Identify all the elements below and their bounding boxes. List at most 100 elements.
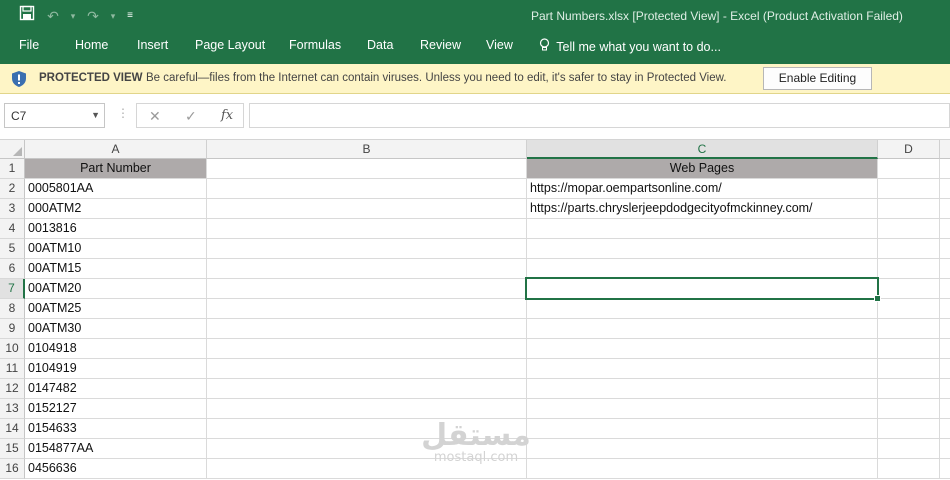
cell-d[interactable]: [878, 319, 940, 339]
cell-c[interactable]: Web Pages: [527, 159, 878, 179]
column-header-e[interactable]: [940, 140, 950, 159]
cell-b[interactable]: [207, 379, 527, 399]
column-header-d[interactable]: D: [878, 140, 940, 159]
row-header[interactable]: 1: [0, 159, 25, 179]
cell-e[interactable]: [940, 379, 950, 399]
cell-c[interactable]: [527, 419, 878, 439]
cell-e[interactable]: [940, 419, 950, 439]
row-header[interactable]: 6: [0, 259, 25, 279]
row-header[interactable]: 8: [0, 299, 25, 319]
cell-b[interactable]: [207, 199, 527, 219]
redo-icon[interactable]: ↷: [80, 5, 106, 27]
cell-a[interactable]: 0152127: [25, 399, 207, 419]
cell-c[interactable]: [527, 379, 878, 399]
tab-formulas[interactable]: Formulas: [289, 38, 341, 52]
cell-d[interactable]: [878, 279, 940, 299]
column-header-b[interactable]: B: [207, 140, 527, 159]
row-header[interactable]: 2: [0, 179, 25, 199]
cell-c[interactable]: https://mopar.oempartsonline.com/: [527, 179, 878, 199]
cell-c[interactable]: [527, 399, 878, 419]
row-header[interactable]: 11: [0, 359, 25, 379]
cell-c[interactable]: [527, 319, 878, 339]
cell-e[interactable]: [940, 199, 950, 219]
cell-b[interactable]: [207, 399, 527, 419]
cell-c[interactable]: https://parts.chryslerjeepdodgecityofmck…: [527, 199, 878, 219]
tab-data[interactable]: Data: [367, 38, 393, 52]
row-header[interactable]: 7: [0, 279, 25, 299]
cell-b[interactable]: [207, 159, 527, 179]
column-header-a[interactable]: A: [25, 140, 207, 159]
cell-c[interactable]: [527, 259, 878, 279]
cell-e[interactable]: [940, 179, 950, 199]
cell-a[interactable]: 0154877AA: [25, 439, 207, 459]
cell-a[interactable]: 00ATM20: [25, 279, 207, 299]
cell-a[interactable]: 00ATM30: [25, 319, 207, 339]
row-header[interactable]: 10: [0, 339, 25, 359]
chevron-down-icon[interactable]: ▼: [91, 110, 100, 120]
undo-dropdown-icon[interactable]: ▾: [66, 5, 80, 27]
cell-e[interactable]: [940, 259, 950, 279]
active-cell-selection[interactable]: [525, 277, 881, 302]
cell-e[interactable]: [940, 339, 950, 359]
cell-d[interactable]: [878, 459, 940, 479]
cell-d[interactable]: [878, 419, 940, 439]
cell-d[interactable]: [878, 299, 940, 319]
cell-b[interactable]: [207, 359, 527, 379]
cell-a[interactable]: 00ATM25: [25, 299, 207, 319]
cell-a[interactable]: 0013816: [25, 219, 207, 239]
column-header-c[interactable]: C: [527, 140, 878, 159]
cell-a[interactable]: 00ATM15: [25, 259, 207, 279]
cell-a[interactable]: 00ATM10: [25, 239, 207, 259]
select-all-corner[interactable]: [0, 140, 25, 159]
cell-a[interactable]: Part Number: [25, 159, 207, 179]
cell-b[interactable]: [207, 339, 527, 359]
cell-d[interactable]: [878, 399, 940, 419]
tab-insert[interactable]: Insert: [137, 38, 168, 52]
cell-c[interactable]: [527, 459, 878, 479]
cell-e[interactable]: [940, 459, 950, 479]
cell-e[interactable]: [940, 299, 950, 319]
cell-e[interactable]: [940, 219, 950, 239]
cell-b[interactable]: [207, 319, 527, 339]
cell-d[interactable]: [878, 199, 940, 219]
cell-a[interactable]: 0005801AA: [25, 179, 207, 199]
cell-a[interactable]: 0147482: [25, 379, 207, 399]
cell-b[interactable]: [207, 239, 527, 259]
cell-c[interactable]: [527, 359, 878, 379]
cell-b[interactable]: [207, 179, 527, 199]
cell-d[interactable]: [878, 159, 940, 179]
row-header[interactable]: 12: [0, 379, 25, 399]
tab-page-layout[interactable]: Page Layout: [195, 38, 265, 52]
cell-d[interactable]: [878, 259, 940, 279]
row-header[interactable]: 13: [0, 399, 25, 419]
cell-b[interactable]: [207, 219, 527, 239]
cell-a[interactable]: 0104919: [25, 359, 207, 379]
row-header[interactable]: 3: [0, 199, 25, 219]
cell-b[interactable]: [207, 299, 527, 319]
tab-view[interactable]: View: [486, 38, 513, 52]
cell-a[interactable]: 000ATM2: [25, 199, 207, 219]
cell-c[interactable]: [527, 339, 878, 359]
row-header[interactable]: 16: [0, 459, 25, 479]
cell-d[interactable]: [878, 439, 940, 459]
insert-function-icon[interactable]: fx: [221, 108, 233, 123]
customize-icon[interactable]: ≡: [120, 5, 140, 27]
row-header[interactable]: 14: [0, 419, 25, 439]
row-header[interactable]: 4: [0, 219, 25, 239]
cell-e[interactable]: [940, 399, 950, 419]
tab-home[interactable]: Home: [75, 38, 108, 52]
cell-e[interactable]: [940, 279, 950, 299]
tell-me-box[interactable]: Tell me what you want to do...: [539, 38, 721, 54]
name-box[interactable]: C7 ▼: [4, 103, 105, 128]
row-header[interactable]: 15: [0, 439, 25, 459]
redo-dropdown-icon[interactable]: ▾: [106, 5, 120, 27]
cell-d[interactable]: [878, 339, 940, 359]
cancel-icon[interactable]: ✕: [149, 108, 161, 125]
cell-d[interactable]: [878, 239, 940, 259]
cell-d[interactable]: [878, 379, 940, 399]
tab-file[interactable]: File: [19, 38, 39, 52]
cell-e[interactable]: [940, 239, 950, 259]
cell-c[interactable]: [527, 439, 878, 459]
save-icon[interactable]: [14, 5, 40, 27]
cell-b[interactable]: [207, 279, 527, 299]
